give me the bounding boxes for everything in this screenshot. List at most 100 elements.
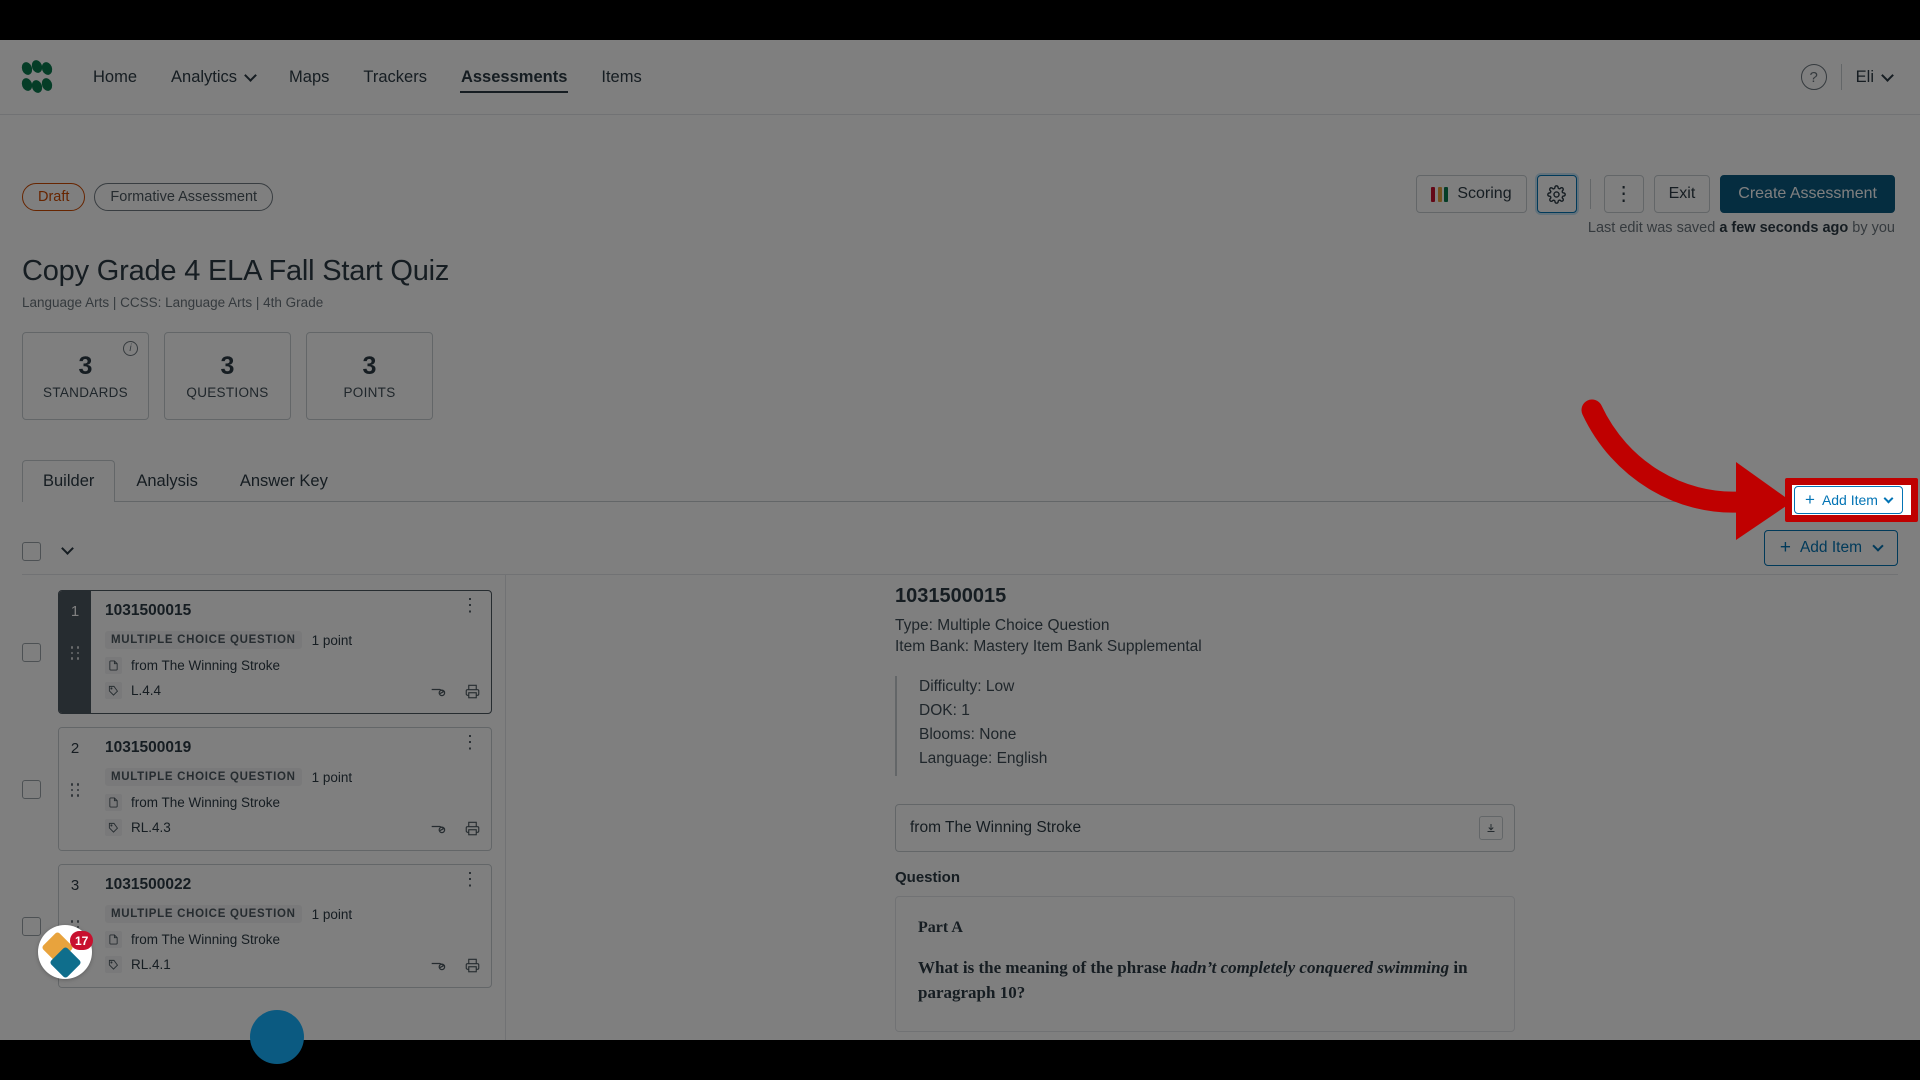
more-options-button[interactable]: ⋮ (1603, 175, 1644, 213)
tab-analysis[interactable]: Analysis (115, 460, 218, 502)
plus-icon: + (1779, 537, 1791, 558)
item-menu-icon[interactable]: ⋮ (461, 733, 479, 751)
status-badge: Draft (22, 183, 86, 211)
toolbar-divider-line (22, 574, 1898, 575)
scoring-bars-icon (1431, 186, 1449, 202)
nav-item-trackers[interactable]: Trackers (346, 40, 444, 115)
tag-icon (105, 682, 122, 699)
item-card[interactable]: 1 1031500015 ⋮ MULTIPLE CHOICE QUESTION … (58, 590, 492, 714)
item-points: 1 point (311, 906, 353, 922)
item-points: 1 point (311, 632, 353, 648)
help-glyph: ? (1809, 68, 1818, 86)
question-stem: What is the meaning of the phrase hadn’t… (918, 956, 1492, 1005)
scoring-label: Scoring (1457, 185, 1512, 202)
drag-handle-icon[interactable] (70, 783, 80, 797)
item-points: 1 point (311, 769, 353, 785)
item-meta: MULTIPLE CHOICE QUESTION 1 point (105, 631, 479, 649)
pendo-resource-center-button[interactable]: 17 (38, 925, 94, 979)
stat-label: POINTS (343, 385, 396, 400)
item-card-actions (430, 958, 480, 978)
list-item[interactable]: 3 1031500022 ⋮ MULTIPLE CHOICE QUESTION … (22, 864, 492, 988)
item-checkbox[interactable] (22, 642, 41, 662)
list-item[interactable]: 2 1031500019 ⋮ MULTIPLE CHOICE QUESTION … (22, 727, 492, 851)
settings-button[interactable] (1536, 175, 1577, 213)
item-card-actions (430, 821, 480, 841)
item-index: 1 (70, 603, 80, 620)
nav-item-label: Analytics (171, 67, 238, 86)
exit-button[interactable]: Exit (1653, 175, 1711, 213)
help-icon[interactable]: ? (1800, 64, 1827, 90)
nav-right-cluster: ? Eli (1800, 64, 1894, 90)
tab-label: Answer Key (239, 472, 328, 490)
item-passage-title: from The Winning Stroke (131, 932, 281, 947)
nav-item-assessments[interactable]: Assessments (444, 40, 584, 115)
drag-handle-icon[interactable] (70, 646, 80, 660)
add-item-button[interactable]: + Add Item (1763, 530, 1898, 566)
gear-icon (1547, 184, 1566, 204)
item-card-body: 1031500022 ⋮ MULTIPLE CHOICE QUESTION 1 … (91, 865, 491, 987)
question-stem-phrase: hadn’t completely conquered swimming (1170, 958, 1450, 977)
detail-attributes: Difficulty: Low DOK: 1 Blooms: None Lang… (895, 676, 1515, 776)
app-window: Home Analytics Maps Trackers Assessments… (0, 40, 1920, 1040)
document-icon (105, 794, 122, 811)
header-toolbar: Scoring ⋮ Exit Create Assessment (1416, 175, 1895, 213)
info-icon[interactable]: i (123, 341, 138, 356)
print-icon[interactable] (465, 958, 480, 978)
add-item-button-highlighted[interactable]: + Add Item (1794, 486, 1903, 514)
nav-item-analytics[interactable]: Analytics (154, 40, 272, 115)
item-checkbox[interactable] (22, 916, 41, 936)
nav-item-label: Home (93, 67, 138, 86)
scoring-button[interactable]: Scoring (1416, 175, 1527, 213)
chat-support-button[interactable] (250, 1010, 304, 1064)
chevron-down-icon[interactable] (61, 542, 74, 555)
question-section-label: Question (895, 869, 961, 886)
item-menu-icon[interactable]: ⋮ (461, 870, 479, 888)
add-item-label: Add Item (1821, 492, 1878, 508)
nav-item-home[interactable]: Home (76, 40, 154, 115)
item-passage-row: from The Winning Stroke (105, 657, 479, 674)
tag-icon (105, 956, 122, 973)
nav-item-maps[interactable]: Maps (272, 40, 346, 115)
item-checkbox[interactable] (22, 779, 41, 799)
select-all-checkbox[interactable] (22, 541, 41, 561)
item-list-toolbar: + Add Item (22, 528, 1898, 574)
document-icon (105, 931, 122, 948)
nav-item-items[interactable]: Items (584, 40, 658, 115)
chevron-down-icon (1872, 540, 1884, 552)
print-icon[interactable] (465, 684, 480, 704)
nav-item-label: Assessments (460, 67, 568, 86)
add-item-label: Add Item (1799, 539, 1862, 556)
saved-suffix: by you (1848, 220, 1895, 236)
create-assessment-button[interactable]: Create Assessment (1720, 175, 1895, 213)
passage-bar[interactable]: from The Winning Stroke (895, 804, 1515, 852)
kebab-icon: ⋮ (1613, 183, 1634, 205)
expand-passage-icon[interactable] (1479, 816, 1503, 840)
item-passage-title: from The Winning Stroke (131, 658, 281, 673)
preview-icon[interactable] (430, 821, 447, 841)
question-stem-pre: What is the meaning of the phrase (918, 958, 1171, 977)
passage-title: from The Winning Stroke (910, 819, 1082, 836)
list-item[interactable]: 1 1031500015 ⋮ MULTIPLE CHOICE QUESTION … (22, 590, 492, 714)
builder-tabs: Builder Analysis Answer Key (22, 460, 1898, 502)
stat-card-questions[interactable]: 3 QUESTIONS (164, 332, 291, 420)
stat-card-points[interactable]: 3 POINTS (306, 332, 433, 420)
preview-icon[interactable] (430, 684, 447, 704)
plus-icon: + (1805, 490, 1815, 509)
stat-card-standards[interactable]: i 3 STANDARDS (22, 332, 149, 420)
tab-answer-key[interactable]: Answer Key (219, 460, 349, 502)
item-card[interactable]: 2 1031500019 ⋮ MULTIPLE CHOICE QUESTION … (58, 727, 492, 851)
item-standard: L.4.4 (131, 683, 162, 698)
stat-value: 3 (362, 352, 377, 380)
item-id: 1031500022 (105, 876, 192, 893)
print-icon[interactable] (465, 821, 480, 841)
detail-item-id: 1031500015 (895, 585, 1007, 607)
tab-builder[interactable]: Builder (22, 460, 116, 502)
preview-icon[interactable] (430, 958, 447, 978)
user-menu[interactable]: Eli (1856, 68, 1894, 87)
item-index: 2 (70, 740, 80, 757)
item-card-rail: 2 (59, 728, 91, 850)
item-menu-icon[interactable]: ⋮ (461, 596, 479, 614)
item-card[interactable]: 3 1031500022 ⋮ MULTIPLE CHOICE QUESTION … (58, 864, 492, 988)
tab-label: Analysis (136, 472, 198, 490)
mastery-connect-logo-icon[interactable] (20, 58, 54, 95)
